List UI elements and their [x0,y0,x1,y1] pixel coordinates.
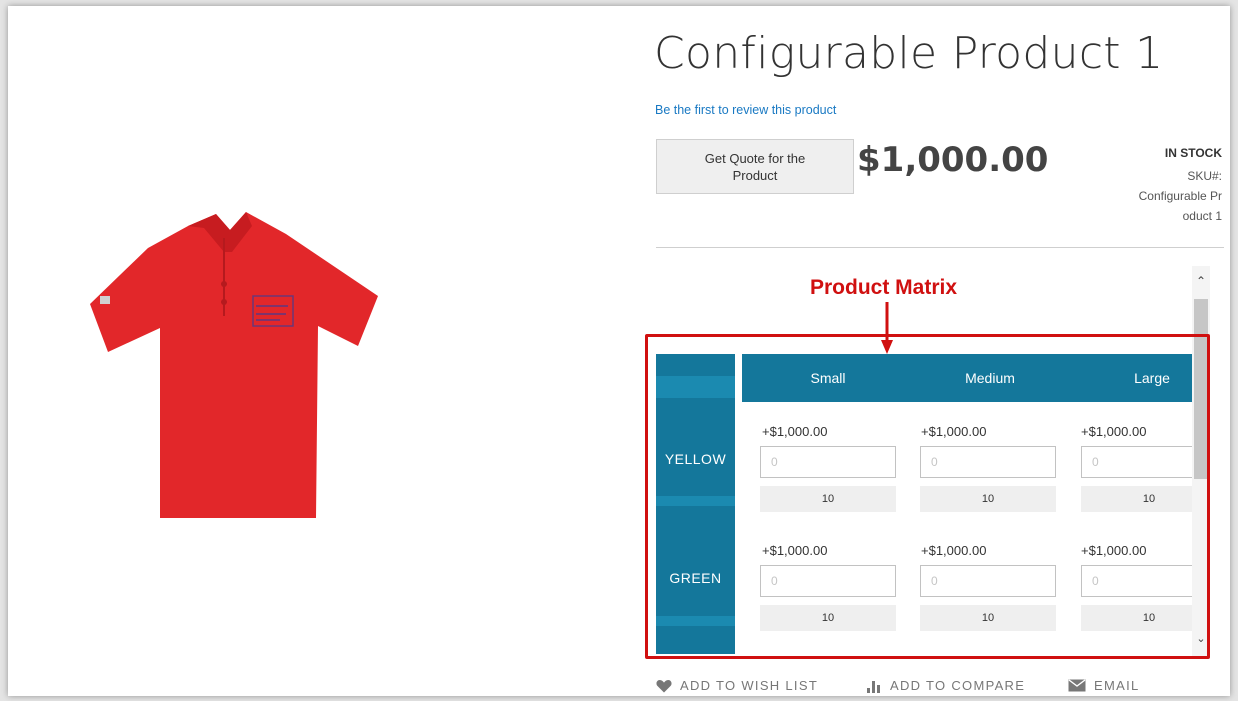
stock-qty: 10 [760,486,896,512]
matrix-scrollbar[interactable]: ⌃ ⌄ [1192,266,1210,659]
stock-qty: 10 [1081,605,1192,631]
sku-block: SKU#: Configurable Pr oduct 1 [1112,166,1222,226]
email-link[interactable]: EMAIL [1068,678,1140,693]
sku-label: SKU#: [1187,169,1222,183]
stock-qty: 10 [920,605,1056,631]
quantity-input[interactable]: 0 [1081,565,1192,597]
quantity-input[interactable]: 0 [920,565,1056,597]
quantity-input[interactable]: 0 [920,446,1056,478]
add-to-compare-link[interactable]: ADD TO COMPARE [866,678,1025,693]
stock-qty: 10 [920,486,1056,512]
cell-price: +$1,000.00 [921,424,987,439]
get-quote-button[interactable]: Get Quote for the Product [656,139,854,194]
stock-qty: 10 [1081,486,1192,512]
scroll-down-icon[interactable]: ⌄ [1192,632,1210,645]
cell-price: +$1,000.00 [921,543,987,558]
heart-icon [656,679,672,692]
product-title: Configurable Product 1 [654,28,1164,79]
stock-status: IN STOCK [1164,146,1222,160]
row-separator-band [656,496,735,506]
quantity-input[interactable]: 0 [1081,446,1192,478]
cell-price: +$1,000.00 [762,424,828,439]
email-label: EMAIL [1094,678,1140,693]
cell-price: +$1,000.00 [762,543,828,558]
product-image[interactable] [48,156,398,576]
annotation-label: Product Matrix [810,276,958,299]
product-price: $1,000.00 [857,140,1049,180]
quantity-input[interactable]: 0 [760,565,896,597]
column-header-medium: Medium [965,370,1015,386]
quantity-input[interactable]: 0 [760,446,896,478]
red-polo-shirt [90,212,378,518]
column-header-large: Large [1134,370,1170,386]
row-label-green: GREEN [669,570,722,586]
row-label-column: YELLOW GREEN [656,354,735,654]
sku-value-line-1: Configurable Pr [1138,189,1222,203]
review-link[interactable]: Be the first to review this product [655,103,836,117]
bar-chart-icon [867,680,880,693]
scroll-up-icon[interactable]: ⌃ [1192,274,1210,288]
add-to-compare-label: ADD TO COMPARE [890,678,1026,693]
scroll-thumb[interactable] [1194,299,1208,479]
product-matrix: YELLOW GREEN Small Medium Large +$1,000.… [656,344,1192,656]
add-to-wishlist-label: ADD TO WISH LIST [680,678,819,693]
stock-qty: 10 [760,605,896,631]
cell-price: +$1,000.00 [1081,543,1147,558]
row-header-band [656,376,735,398]
matrix-header: Small Medium Large [742,354,1192,402]
product-actions: ADD TO WISH LIST ADD TO COMPARE EMAIL [656,678,1216,696]
sku-value-line-2: oduct 1 [1182,209,1222,223]
divider [656,247,1224,248]
column-header-small: Small [810,370,846,386]
envelope-icon [1068,679,1086,692]
product-page: Configurable Product 1 Be the first to r… [8,6,1230,696]
add-to-wishlist-link[interactable]: ADD TO WISH LIST [656,678,818,693]
cell-price: +$1,000.00 [1081,424,1147,439]
row-label-yellow: YELLOW [664,451,727,467]
row-separator-band [656,616,735,626]
